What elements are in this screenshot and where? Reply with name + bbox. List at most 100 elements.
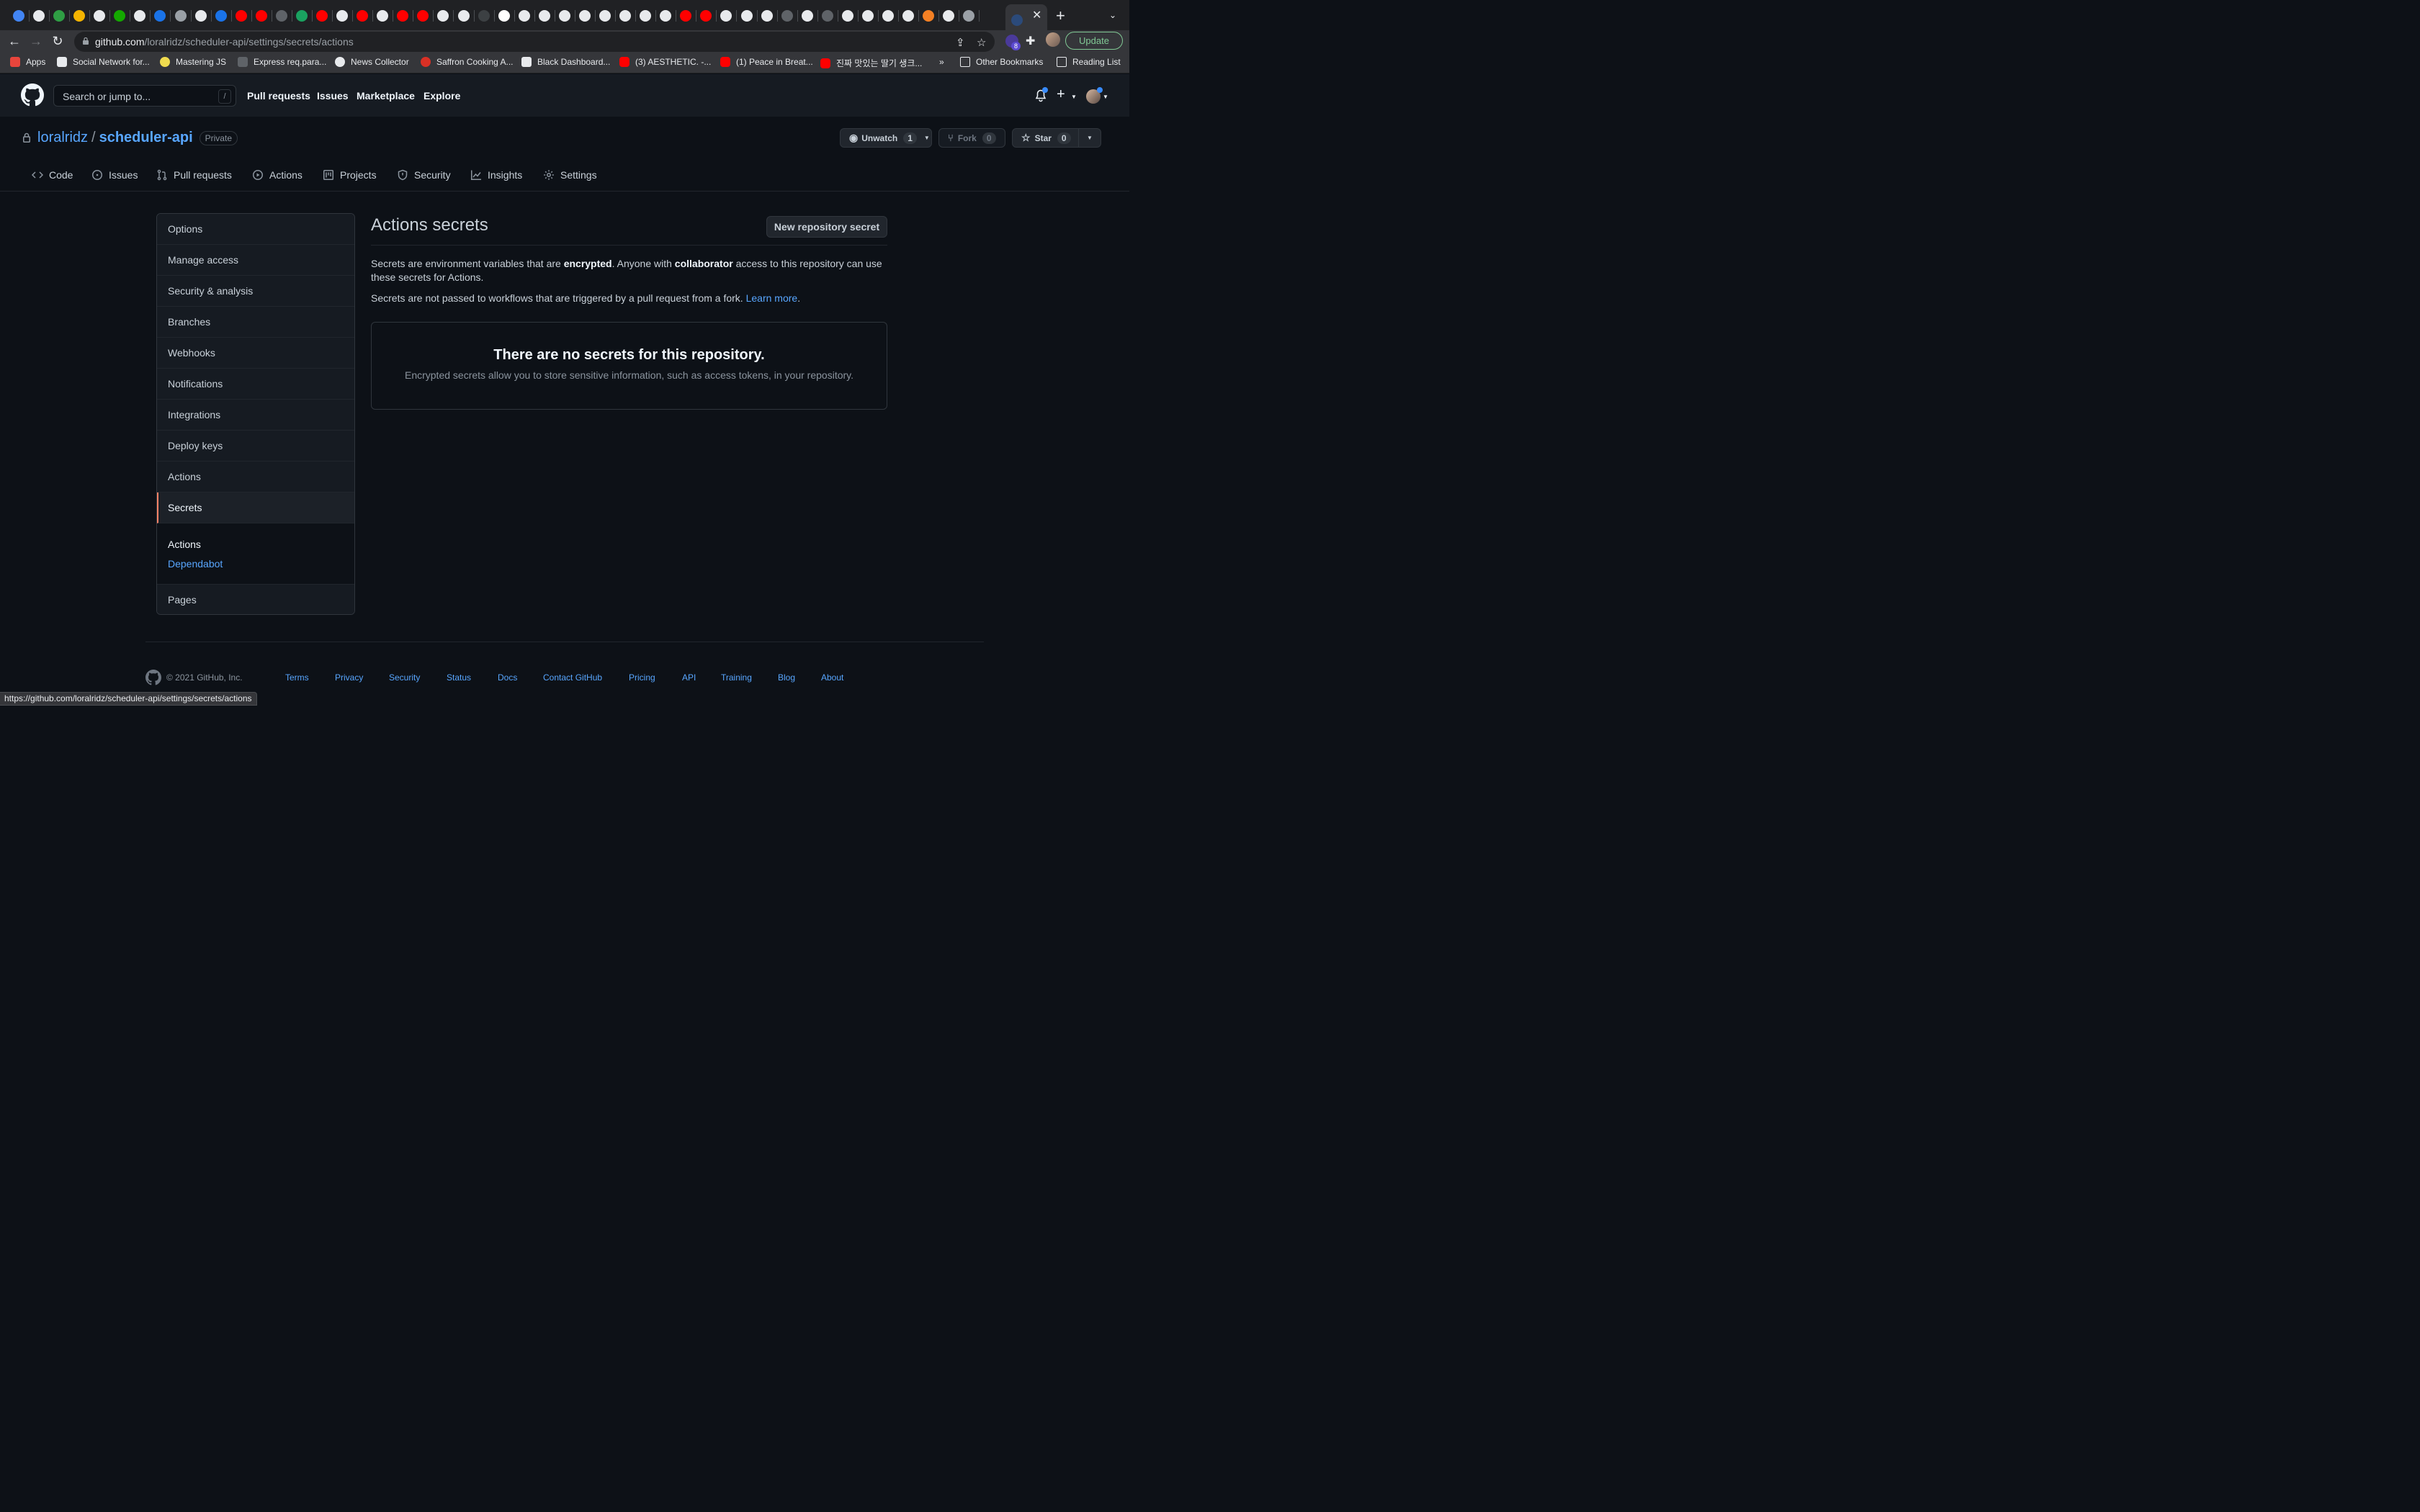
tab-favicon-icon[interactable] bbox=[357, 10, 369, 22]
other-bookmarks[interactable]: Other Bookmarks bbox=[960, 57, 1043, 67]
nav-marketplace[interactable]: Marketplace bbox=[357, 90, 415, 102]
bookmark-item[interactable]: Mastering JS bbox=[160, 57, 226, 67]
footer-link-privacy[interactable]: Privacy bbox=[335, 672, 363, 683]
tab-favicon-icon[interactable] bbox=[336, 10, 349, 22]
footer-link-pricing[interactable]: Pricing bbox=[629, 672, 655, 683]
sidebar-item-pages[interactable]: Pages bbox=[157, 585, 354, 614]
tab-favicon-icon[interactable] bbox=[255, 10, 267, 22]
bookmark-item[interactable]: 진짜 맛있는 딸기 생크... bbox=[820, 57, 922, 69]
tab-issues[interactable]: Issues bbox=[91, 169, 138, 181]
puzzle-extensions-icon[interactable]: ✚ bbox=[1026, 34, 1035, 48]
close-tab-icon[interactable]: ✕ bbox=[1032, 10, 1041, 22]
create-dropdown-caret-icon[interactable]: ▼ bbox=[1071, 94, 1077, 100]
footer-link-security[interactable]: Security bbox=[389, 672, 420, 683]
tab-favicon-icon[interactable] bbox=[215, 10, 227, 22]
tab-favicon-icon[interactable] bbox=[478, 10, 490, 22]
tab-favicon-icon[interactable] bbox=[599, 10, 611, 22]
sidebar-item-webhooks[interactable]: Webhooks bbox=[157, 338, 354, 369]
tab-favicon-icon[interactable] bbox=[781, 10, 793, 22]
reading-list[interactable]: Reading List bbox=[1057, 57, 1121, 67]
tab-favicon-icon[interactable] bbox=[578, 10, 591, 22]
tab-favicon-icon[interactable] bbox=[13, 10, 24, 22]
tab-favicon-icon[interactable] bbox=[154, 10, 166, 22]
tab-favicon-icon[interactable] bbox=[761, 10, 773, 22]
tab-favicon-icon[interactable] bbox=[700, 10, 712, 22]
tab-search-chevron-icon[interactable]: ⌄ bbox=[1109, 10, 1116, 20]
bookmark-item[interactable]: Black Dashboard... bbox=[521, 57, 610, 67]
new-tab-button[interactable]: + bbox=[1056, 8, 1065, 24]
tab-favicon-icon[interactable] bbox=[114, 10, 126, 22]
bookmark-item[interactable]: Apps bbox=[10, 57, 45, 67]
sidebar-item-secrets[interactable]: Secrets bbox=[157, 492, 354, 523]
tab-favicon-icon[interactable] bbox=[417, 10, 429, 22]
tab-favicon-icon[interactable] bbox=[295, 10, 308, 22]
tab-favicon-icon[interactable] bbox=[619, 10, 632, 22]
tab-favicon-icon[interactable] bbox=[235, 10, 247, 22]
forward-arrow-icon[interactable]: → bbox=[28, 33, 44, 49]
tab-actions[interactable]: Actions bbox=[252, 169, 302, 181]
tab-security[interactable]: Security bbox=[397, 169, 451, 181]
fork-button[interactable]: ⑂ Fork 0 bbox=[938, 128, 1005, 148]
footer-link-about[interactable]: About bbox=[821, 672, 843, 683]
tab-favicon-icon[interactable] bbox=[498, 10, 510, 22]
tab-favicon-icon[interactable] bbox=[457, 10, 470, 22]
nav-pull-requests[interactable]: Pull requests bbox=[247, 90, 310, 102]
footer-link-terms[interactable]: Terms bbox=[285, 672, 309, 683]
repo-name-link[interactable]: scheduler-api bbox=[99, 130, 193, 146]
tab-favicon-icon[interactable] bbox=[680, 10, 692, 22]
profile-avatar[interactable] bbox=[1046, 32, 1060, 47]
more-bookmarks-chevron-icon[interactable]: » bbox=[939, 57, 944, 67]
sidebar-item-security-analysis[interactable]: Security & analysis bbox=[157, 276, 354, 307]
tab-favicon-icon[interactable] bbox=[134, 10, 146, 22]
bookmark-star-icon[interactable]: ☆ bbox=[977, 36, 986, 49]
tab-favicon-icon[interactable] bbox=[437, 10, 449, 22]
tab-favicon-icon[interactable] bbox=[194, 10, 207, 22]
nav-explore[interactable]: Explore bbox=[424, 90, 460, 102]
tab-favicon-icon[interactable] bbox=[518, 10, 530, 22]
tab-favicon-icon[interactable] bbox=[174, 10, 187, 22]
tab-settings[interactable]: Settings bbox=[543, 169, 597, 181]
share-icon[interactable]: ⇪ bbox=[956, 36, 965, 49]
tab-code[interactable]: Code bbox=[32, 169, 73, 181]
subnav-dependabot-link[interactable]: Dependabot bbox=[168, 558, 223, 570]
bookmark-item[interactable]: Social Network for... bbox=[57, 57, 150, 67]
bookmark-item[interactable]: (1) Peace in Breat... bbox=[720, 57, 813, 67]
bookmark-item[interactable]: Express req.para... bbox=[238, 57, 326, 67]
search-input[interactable]: Search or jump to... / bbox=[53, 85, 236, 107]
tab-favicon-icon[interactable] bbox=[861, 10, 874, 22]
footer-link-training[interactable]: Training bbox=[721, 672, 752, 683]
tab-favicon-icon[interactable] bbox=[923, 10, 935, 22]
back-arrow-icon[interactable]: ← bbox=[6, 33, 22, 49]
reload-icon[interactable]: ↻ bbox=[50, 33, 66, 49]
repo-owner-link[interactable]: loralridz bbox=[37, 130, 88, 146]
tab-favicon-icon[interactable] bbox=[640, 10, 652, 22]
tab-favicon-icon[interactable] bbox=[558, 10, 570, 22]
tab-favicon-icon[interactable] bbox=[943, 10, 955, 22]
unwatch-button[interactable]: ◉ Unwatch 1 ▼ bbox=[840, 128, 932, 148]
tab-favicon-icon[interactable] bbox=[53, 10, 66, 22]
bookmark-item[interactable]: News Collector bbox=[335, 57, 409, 67]
sidebar-item-branches[interactable]: Branches bbox=[157, 307, 354, 338]
tab-favicon-icon[interactable] bbox=[377, 10, 389, 22]
tab-favicon-icon[interactable] bbox=[33, 10, 45, 22]
github-logo-icon[interactable] bbox=[21, 84, 44, 107]
tab-favicon-icon[interactable] bbox=[275, 10, 287, 22]
tab-favicon-icon[interactable] bbox=[316, 10, 328, 22]
footer-link-api[interactable]: API bbox=[682, 672, 696, 683]
url-text[interactable]: github.com/loralridz/scheduler-api/setti… bbox=[95, 36, 354, 48]
sidebar-item-deploy-keys[interactable]: Deploy keys bbox=[157, 431, 354, 462]
user-menu-caret-icon[interactable]: ▼ bbox=[1103, 94, 1108, 100]
tab-favicon-icon[interactable] bbox=[720, 10, 732, 22]
new-repository-secret-button[interactable]: New repository secret bbox=[766, 216, 887, 238]
tab-favicon-icon[interactable] bbox=[740, 10, 753, 22]
tab-favicon-icon[interactable] bbox=[882, 10, 894, 22]
tab-favicon-icon[interactable] bbox=[902, 10, 915, 22]
tab-favicon-icon[interactable] bbox=[821, 10, 833, 22]
sidebar-item-actions[interactable]: Actions bbox=[157, 462, 354, 492]
tab-favicon-icon[interactable] bbox=[397, 10, 409, 22]
tab-projects[interactable]: Projects bbox=[323, 169, 377, 181]
tab-favicon-icon[interactable] bbox=[963, 10, 975, 22]
star-list-dropdown-caret-icon[interactable]: ▼ bbox=[1087, 135, 1093, 141]
footer-link-contact[interactable]: Contact GitHub bbox=[543, 672, 602, 683]
create-new-plus-icon[interactable]: + bbox=[1057, 86, 1065, 103]
